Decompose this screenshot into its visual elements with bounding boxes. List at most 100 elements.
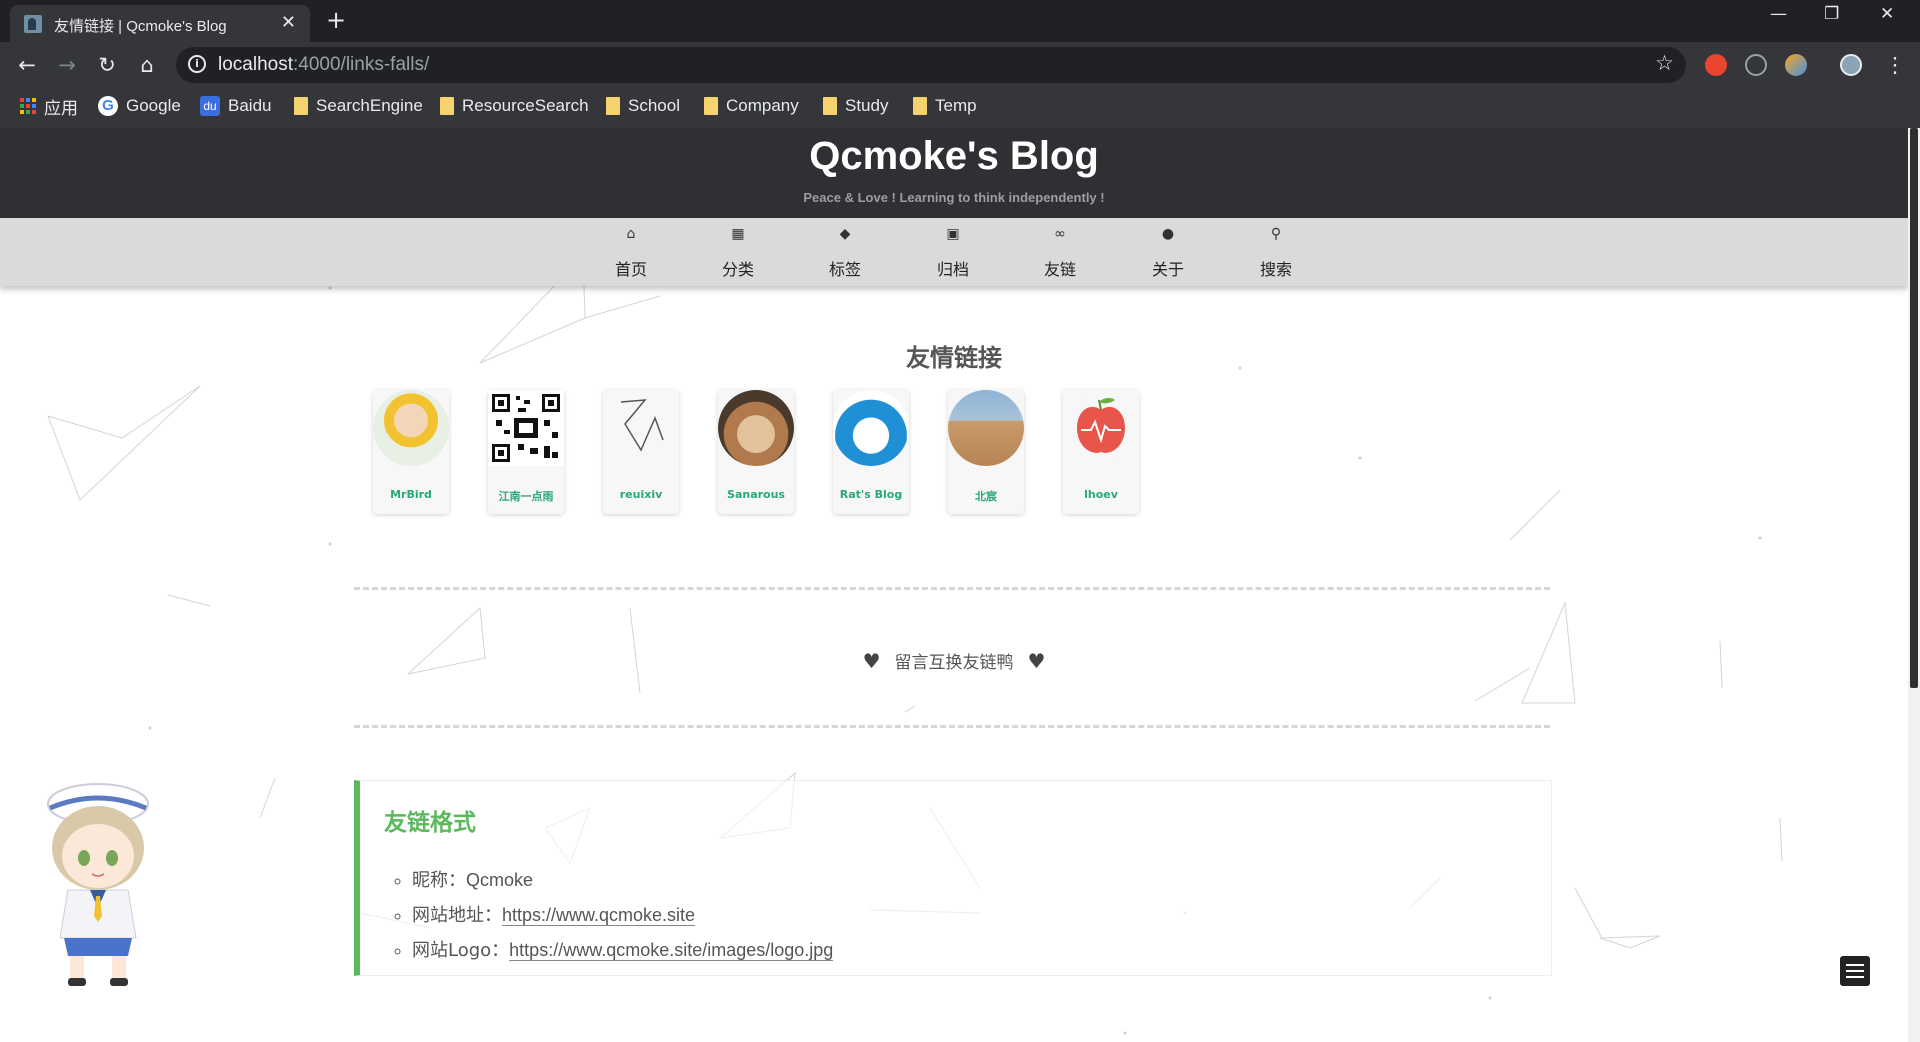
friend-name: Rat's Blog	[839, 488, 903, 501]
divider	[354, 725, 1550, 728]
home-icon: ⌂	[626, 226, 636, 242]
friend-card[interactable]: Sanarous	[718, 390, 794, 514]
bookmark-folder[interactable]: Study	[823, 95, 888, 117]
friend-name: reuixiv	[619, 488, 663, 501]
search-icon: ⚲	[1270, 226, 1282, 242]
dog-avatar	[718, 390, 794, 466]
tags-icon: ◆	[839, 226, 851, 242]
friend-name: 江南一点雨	[498, 490, 554, 503]
friend-name: MrBird	[390, 488, 432, 501]
list-item: 网站Logo：https://www.qcmoke.site/images/lo…	[412, 933, 834, 968]
new-tab-button[interactable]: +	[326, 6, 346, 34]
bookmark-baidu[interactable]: du Baidu	[200, 95, 271, 117]
link-icon: ∞	[1054, 226, 1066, 242]
bookmark-label: SearchEngine	[316, 96, 423, 115]
bookmark-google[interactable]: G Google	[98, 95, 181, 117]
bookmark-folder[interactable]: ResourceSearch	[440, 95, 589, 117]
nav-about[interactable]: ● 关于	[1138, 218, 1198, 286]
desert-avatar	[948, 390, 1024, 466]
website-url-link[interactable]: https://www.qcmoke.site	[502, 905, 696, 926]
logo-url-link[interactable]: https://www.qcmoke.site/images/logo.jpg	[509, 940, 834, 961]
folder-icon	[440, 97, 454, 115]
folder-icon	[823, 97, 837, 115]
bookmark-label: 应用	[44, 98, 78, 118]
nickname-value: Qcmoke	[466, 870, 534, 890]
reload-icon[interactable]: ↻	[92, 50, 122, 80]
bookmark-label: Temp	[935, 96, 977, 115]
bookmark-star-icon[interactable]: ☆	[1655, 51, 1674, 75]
site-info-icon[interactable]: i	[188, 55, 206, 73]
heart-icon: ♥	[1027, 649, 1046, 673]
site-nav: ⌂ 首页 ▦ 分类 ◆ 标签 ▣ 归档 ∞ 友链 ● 关于 ⚲ 搜索	[0, 218, 1908, 286]
forward-icon[interactable]: →	[52, 50, 82, 80]
extension-power-icon[interactable]	[1745, 54, 1767, 76]
back-icon[interactable]: ←	[12, 50, 42, 80]
comment-prompt: ♥ 留言互换友链鸭 ♥	[0, 648, 1908, 673]
close-window-icon[interactable]: ✕	[1880, 4, 1894, 24]
format-title: 友链格式	[384, 810, 476, 836]
home-browser-icon[interactable]: ⌂	[132, 50, 162, 80]
folder-icon	[704, 97, 718, 115]
sketch-logo-avatar	[603, 390, 679, 466]
nav-label: 分类	[721, 260, 754, 279]
user-icon: ●	[1161, 226, 1175, 242]
minimize-window-icon[interactable]: —	[1770, 4, 1787, 24]
extension-color-icon[interactable]	[1785, 54, 1807, 76]
friend-card[interactable]: 江南一点雨	[488, 390, 564, 514]
nav-home[interactable]: ⌂ 首页	[601, 218, 661, 286]
bookmark-folder[interactable]: School	[606, 95, 680, 117]
address-url[interactable]: localhost:4000/links-falls/	[218, 54, 429, 76]
nav-search[interactable]: ⚲ 搜索	[1246, 218, 1306, 286]
comment-text: 留言互换友链鸭	[894, 653, 1014, 673]
friend-name: Sanarous	[727, 488, 785, 501]
restore-window-icon[interactable]: ❐	[1824, 4, 1839, 24]
bookmark-folder[interactable]: Temp	[913, 95, 977, 117]
site-title[interactable]: Qcmoke's Blog	[0, 134, 1908, 179]
bookmark-label: Google	[126, 96, 181, 115]
apple-avatar	[1063, 390, 1139, 466]
extension-infinity-icon[interactable]	[1705, 54, 1727, 76]
format-list: 昵称：Qcmoke 网站地址：https://www.qcmoke.site 网…	[412, 863, 834, 968]
heart-icon: ♥	[862, 649, 881, 673]
baidu-icon: du	[200, 96, 220, 116]
browser-menu-icon[interactable]: ⋮	[1880, 50, 1910, 80]
scrollbar-thumb[interactable]	[1910, 128, 1918, 688]
friend-card[interactable]: MrBird	[373, 390, 449, 514]
friend-card[interactable]: lhoev	[1063, 390, 1139, 514]
nav-archive[interactable]: ▣ 归档	[923, 218, 983, 286]
friend-name: lhoev	[1084, 488, 1118, 501]
browser-chrome: 友情链接 | Qcmoke's Blog ✕ + — ❐ ✕ ← → ↻ ⌂ i…	[0, 0, 1920, 128]
browser-tab[interactable]: 友情链接 | Qcmoke's Blog ✕	[10, 5, 310, 42]
folder-icon	[913, 97, 927, 115]
friend-name: 北宸	[975, 490, 997, 503]
browser-toolbar: ← → ↻ ⌂ i localhost:4000/links-falls/ ☆ …	[0, 42, 1920, 88]
bookmark-folder[interactable]: Company	[704, 95, 799, 117]
site-subtitle: Peace & Love ! Learning to think indepen…	[803, 190, 1105, 205]
nav-label: 首页	[614, 260, 647, 279]
friend-card[interactable]: Rat's Blog	[833, 390, 909, 514]
nav-tags[interactable]: ◆ 标签	[815, 218, 875, 286]
nav-label: 搜索	[1259, 260, 1292, 279]
profile-avatar[interactable]	[1840, 54, 1862, 76]
nav-label: 标签	[828, 260, 861, 279]
list-item: 网站地址：https://www.qcmoke.site	[412, 898, 833, 933]
site-header: Qcmoke's Blog Peace & Love ! Learning to…	[0, 128, 1908, 218]
address-bar[interactable]: i localhost:4000/links-falls/ ☆	[176, 47, 1686, 83]
close-tab-icon[interactable]: ✕	[281, 12, 296, 33]
side-menu-button[interactable]	[1840, 956, 1870, 986]
page-viewport: Qcmoke's Blog Peace & Love ! Learning to…	[0, 128, 1908, 1042]
live2d-mascot[interactable]	[28, 778, 168, 988]
qr-code-avatar	[488, 390, 564, 466]
apps-grid-icon	[20, 98, 36, 114]
nav-links[interactable]: ∞ 友链	[1030, 218, 1090, 286]
nav-categories[interactable]: ▦ 分类	[708, 218, 768, 286]
nav-label: 归档	[936, 260, 969, 279]
bookmark-apps[interactable]: 应用	[20, 95, 78, 118]
bookmark-folder[interactable]: SearchEngine	[294, 95, 423, 117]
friend-card[interactable]: 北宸	[948, 390, 1024, 514]
bookmark-label: Company	[726, 96, 799, 115]
bookmark-label: Study	[845, 96, 889, 115]
folder-icon	[606, 97, 620, 115]
page-scrollbar[interactable]	[1908, 128, 1920, 1042]
friend-card[interactable]: reuixiv	[603, 390, 679, 514]
